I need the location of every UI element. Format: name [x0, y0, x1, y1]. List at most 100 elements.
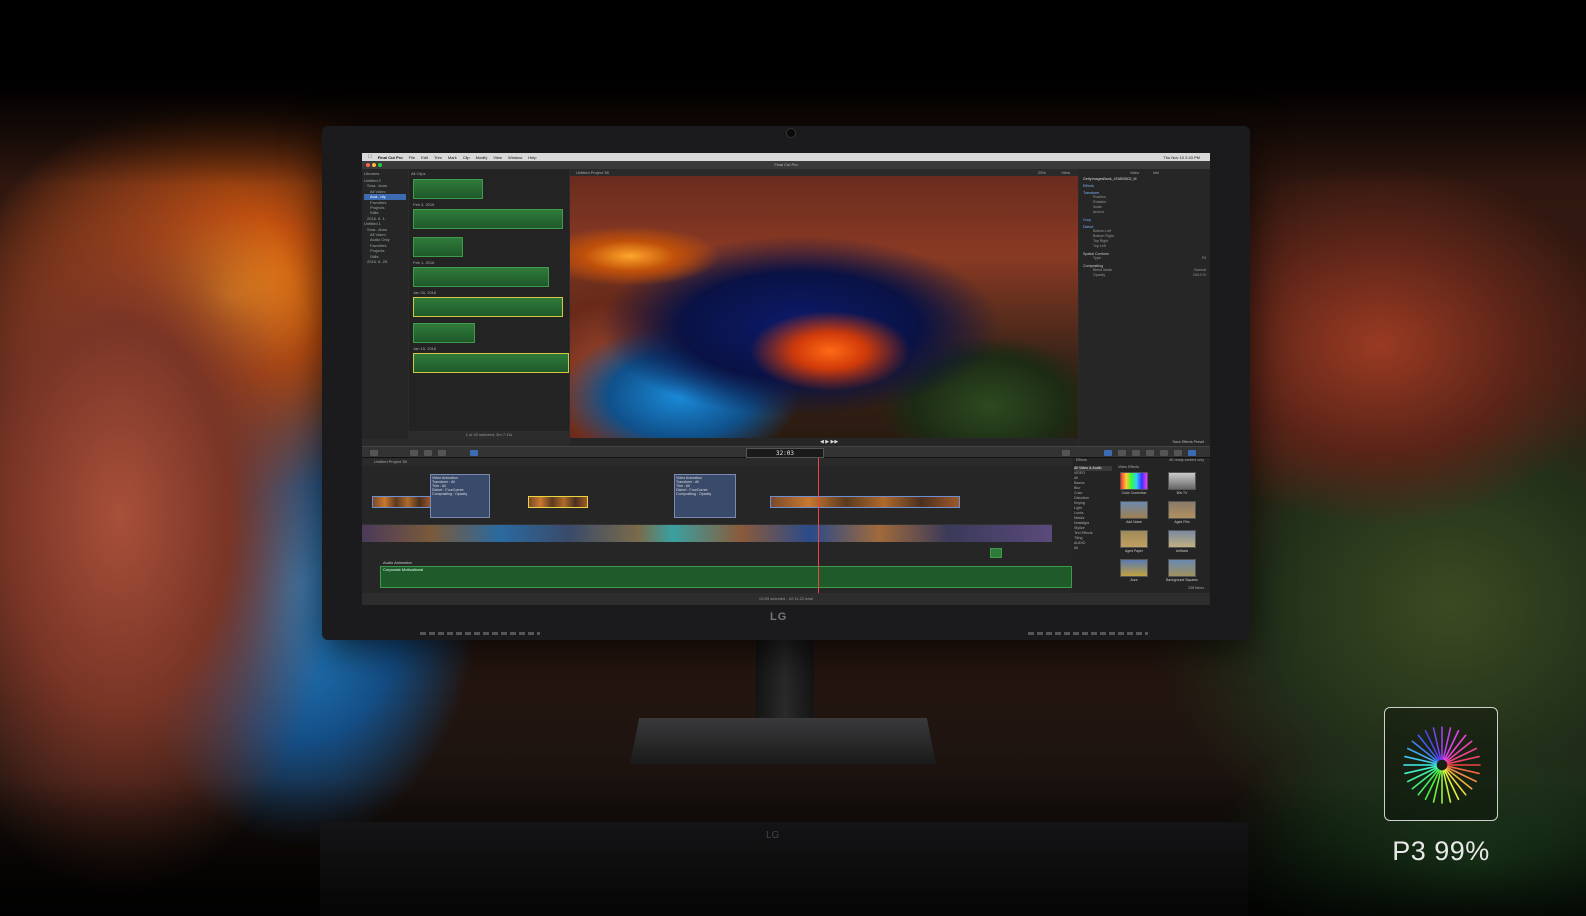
menu-help[interactable]: Help — [528, 155, 536, 160]
inspector-clip-name: GettyImagesBank_476853502_M — [1083, 177, 1137, 181]
window-controls — [366, 163, 382, 167]
browser-header[interactable]: All Clips — [411, 171, 567, 177]
import-icon[interactable] — [370, 450, 378, 456]
audio-animation-clip[interactable]: Audio Animation Corporate Motivational — [380, 560, 1072, 588]
menu-clip[interactable]: Clip — [463, 155, 470, 160]
effects-browser-icon[interactable] — [1104, 450, 1112, 456]
menu-window[interactable]: Window — [508, 155, 522, 160]
inspector-effects-section[interactable]: Effects — [1083, 184, 1206, 188]
effect-thumbnail[interactable] — [1120, 559, 1148, 577]
viewer-view-menu[interactable]: View — [1061, 169, 1070, 176]
audio-animation-label: Audio Animation — [383, 560, 412, 565]
library-item[interactable]: 2016. 6. 25. — [364, 259, 406, 264]
audio-skim-icon[interactable] — [1062, 450, 1070, 456]
effects-categories: All Video & Audio VIDEO All Basics Blur … — [1072, 464, 1114, 592]
insert-icon[interactable] — [438, 450, 446, 456]
titles-icon[interactable] — [1146, 450, 1154, 456]
opacity-value[interactable]: 100.0 % — [1193, 273, 1206, 278]
menu-modify[interactable]: Modify — [476, 155, 488, 160]
monitor-stand-base — [630, 718, 936, 764]
viewer-zoom[interactable]: 25% — [1038, 169, 1046, 176]
browser-date-group[interactable]: Jan 30, 2016 — [413, 290, 567, 295]
effect-label: Aged Film — [1174, 520, 1190, 524]
inspector-crop-section[interactable]: Crop — [1083, 218, 1206, 222]
save-effects-preset-button[interactable]: Save Effects Preset — [1173, 440, 1205, 444]
effect-label: Artifacts — [1175, 549, 1189, 553]
effects-count: 228 Items — [1188, 586, 1204, 590]
effect-thumbnail[interactable] — [1120, 501, 1148, 519]
speaker-grille-left — [420, 632, 540, 635]
menu-file[interactable]: File — [409, 155, 415, 160]
minimize-window-button[interactable] — [372, 163, 376, 167]
key-icon[interactable] — [410, 450, 418, 456]
menu-edit[interactable]: Edit — [421, 155, 428, 160]
browser-clip[interactable] — [413, 179, 483, 199]
connected-clip[interactable] — [372, 496, 432, 508]
browser-date-group[interactable]: Feb 3, 2016 — [413, 202, 567, 207]
connected-clip-selected[interactable] — [528, 496, 588, 508]
opacity-label: Opacity — [1093, 273, 1106, 277]
browser-clip[interactable] — [413, 353, 569, 373]
timeline[interactable]: Video Animation Transform : All Trim : A… — [362, 466, 1072, 593]
effects-browser: Effects 4K-ready content only All Video … — [1072, 458, 1210, 593]
effects-title: Effects — [1076, 458, 1087, 462]
lg-logo: LG — [770, 611, 788, 623]
effect-label: Aged Paper — [1125, 549, 1143, 553]
photos-icon[interactable] — [1118, 450, 1126, 456]
browser-clip[interactable] — [413, 267, 549, 287]
music-icon[interactable] — [1132, 450, 1140, 456]
themes-icon[interactable] — [1174, 450, 1182, 456]
browser-status: 1 of 42 selected, 3m 7.11s — [409, 431, 569, 439]
connect-icon[interactable] — [424, 450, 432, 456]
effects-category[interactable]: All — [1074, 546, 1112, 551]
effect-thumbnail[interactable] — [1168, 501, 1196, 519]
play-icon[interactable]: ◀ ▶ ▶▶ — [820, 439, 838, 445]
primary-storyline[interactable] — [362, 524, 1052, 542]
menu-app[interactable]: Final Cut Pro — [378, 155, 403, 160]
color-gamut-icon — [1403, 726, 1481, 804]
apple-icon[interactable]:  — [368, 154, 372, 160]
compositing-keyframe-label: Compositing : Opacity — [676, 492, 712, 496]
timecode-display[interactable]: 32:03 — [746, 448, 824, 458]
generators-icon[interactable] — [1160, 450, 1168, 456]
compositing-keyframe-label: Compositing : Opacity — [432, 492, 468, 496]
browser-date-group[interactable]: Feb 1, 2016 — [413, 260, 567, 265]
monitor-reflection — [320, 822, 1248, 916]
viewer-project-name: Untitled Project 38 — [576, 170, 609, 175]
select-tool-icon[interactable] — [470, 450, 478, 456]
audio-snippet-clip[interactable] — [990, 548, 1002, 558]
menu-trim[interactable]: Trim — [434, 155, 442, 160]
badge-label: P3 99% — [1392, 836, 1490, 866]
timeline-status: 04:09 selected - 02:11:22 total — [362, 593, 1210, 605]
video-animation-clip[interactable]: Video Animation Transform : All Trim : A… — [674, 474, 736, 518]
effect-thumbnail[interactable] — [1168, 559, 1196, 577]
browser-clip[interactable] — [413, 237, 463, 257]
connected-clip[interactable] — [770, 496, 960, 508]
effect-thumbnail[interactable] — [1168, 472, 1196, 490]
effect-thumbnail[interactable] — [1120, 530, 1148, 548]
video-animation-clip[interactable]: Video Animation Transform : All Trim : A… — [430, 474, 490, 518]
menu-view[interactable]: View — [493, 155, 502, 160]
effect-label: Background Squares — [1166, 578, 1198, 582]
effect-thumbnail[interactable] — [1120, 472, 1148, 490]
effect-label: 50s TV — [1176, 491, 1188, 495]
4k-filter-checkbox[interactable]: 4K-ready content only — [1169, 458, 1204, 462]
menu-bar:  Final Cut Pro File Edit Trim Mark Clip… — [362, 153, 1210, 161]
monitor-stand-neck — [756, 640, 814, 722]
type-value[interactable]: Fit — [1202, 256, 1206, 261]
browser-date-group[interactable]: Jan 15, 2016 — [413, 346, 567, 351]
tab-info[interactable]: Info — [1153, 171, 1159, 177]
browser-clip[interactable] — [413, 297, 563, 317]
browser-clip[interactable] — [413, 323, 475, 343]
effect-thumbnail[interactable] — [1168, 530, 1196, 548]
color-gamut-badge — [1384, 707, 1498, 821]
browser-clip[interactable] — [413, 209, 563, 229]
zoom-window-button[interactable] — [378, 163, 382, 167]
menu-mark[interactable]: Mark — [448, 155, 457, 160]
transitions-icon[interactable] — [1188, 450, 1196, 456]
video-viewer[interactable] — [570, 176, 1078, 438]
playhead[interactable] — [818, 458, 819, 593]
close-window-button[interactable] — [366, 163, 370, 167]
type-label: Type — [1093, 256, 1101, 260]
timeline-toolbar: 32:03 — [362, 446, 1210, 458]
